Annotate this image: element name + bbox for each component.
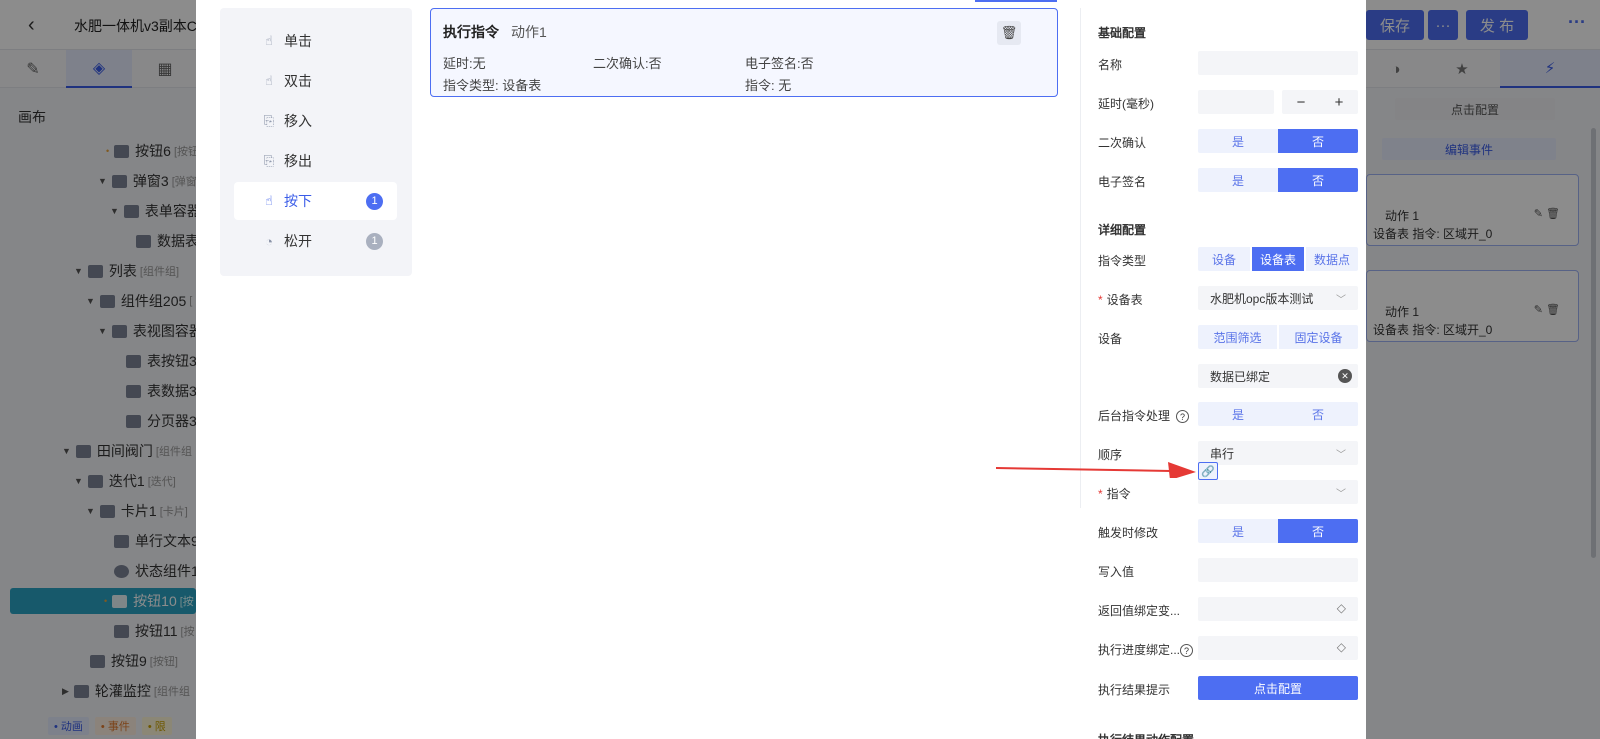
move-in-icon: ⎘ [263, 113, 275, 128]
order-select[interactable]: 串行 ﹀ [1198, 441, 1358, 465]
event-move-out[interactable]: ⎘ 移出 [234, 142, 397, 180]
esign-toggle: 是 否 [1198, 168, 1358, 192]
trigger-modify-yes[interactable]: 是 [1198, 519, 1278, 543]
cmd-type-label: 指令类型 [1098, 254, 1147, 268]
return-bind-label: 返回值绑定变... [1098, 604, 1181, 618]
esign-yes[interactable]: 是 [1198, 168, 1278, 192]
delay-input[interactable] [1198, 90, 1274, 114]
confirm-label: 二次确认 [1098, 136, 1147, 150]
release-icon: ◔ [265, 233, 273, 249]
write-value-input[interactable] [1198, 558, 1358, 582]
event-double-click[interactable]: ☝ 双击 [234, 62, 397, 100]
chevron-down-icon: ﹀ [1336, 450, 1346, 461]
help-icon[interactable]: ? [1176, 410, 1190, 424]
trigger-modify-label: 触发时修改 [1098, 526, 1159, 540]
confirm-no[interactable]: 否 [1278, 129, 1358, 153]
backend-toggle: 是 否 [1198, 402, 1358, 426]
device-table-select[interactable]: 水肥机opc版本测试 ﹀ [1198, 286, 1358, 310]
event-move-in[interactable]: ⎘ 移入 [234, 102, 397, 140]
result-tip-config-button[interactable]: 点击配置 [1198, 676, 1358, 700]
cmd-type-datapoint[interactable]: 数据点 [1306, 247, 1358, 271]
event-click[interactable]: ☝ 单击 [234, 22, 397, 60]
event-release[interactable]: ◔ 松开 1 [234, 222, 397, 260]
cmd-type-device-table[interactable]: 设备表 [1252, 247, 1304, 271]
detail-config-title: 详细配置 [1098, 223, 1147, 237]
chevron-down-icon: ﹀ [1336, 489, 1346, 500]
result-tip-label: 执行结果提示 [1098, 683, 1171, 697]
minus-icon[interactable]: − [1297, 94, 1306, 111]
device-table-label: * 设备表 [1098, 293, 1143, 307]
cmd-select[interactable]: ﹀ [1198, 480, 1358, 504]
esign-label: 电子签名 [1098, 175, 1147, 189]
esign-no[interactable]: 否 [1278, 168, 1358, 192]
action-card[interactable]: 执行指令 动作1 🗑 延时:无 二次确认:否 电子签名:否 指令类型: 设备表 指… [430, 8, 1058, 97]
basic-config-title: 基础配置 [1098, 26, 1147, 40]
device-mode-fixed[interactable]: 固定设备 [1279, 325, 1358, 349]
action-cmd: 指令: 无 [745, 78, 792, 93]
name-input[interactable] [1198, 51, 1358, 75]
event-press[interactable]: ☝ 按下 1 [234, 182, 397, 220]
confirm-yes[interactable]: 是 [1198, 129, 1278, 153]
device-label: 设备 [1098, 332, 1123, 346]
confirm-toggle: 是 否 [1198, 129, 1358, 153]
count-badge: 1 [366, 232, 383, 250]
link-icon[interactable]: 🔗 [1198, 462, 1218, 480]
delay-label: 延时(毫秒) [1098, 97, 1154, 111]
return-bind-input[interactable]: ◇ [1198, 597, 1358, 621]
action-cmd-type: 指令类型: 设备表 [443, 78, 542, 93]
trigger-modify-toggle: 是 否 [1198, 519, 1358, 543]
cmd-type-device[interactable]: 设备 [1198, 247, 1250, 271]
bound-data-field[interactable]: 数据已绑定 ✕ [1198, 364, 1358, 388]
device-mode-range[interactable]: 范围筛选 [1198, 325, 1277, 349]
help-icon[interactable]: ? [1180, 644, 1194, 658]
delay-stepper: − + [1282, 90, 1358, 114]
trigger-modify-no[interactable]: 否 [1278, 519, 1358, 543]
action-confirm: 二次确认:否 [593, 56, 662, 71]
modal-top-accent [975, 0, 1057, 2]
config-panel: 基础配置 名称 延时(毫秒) − + 二次确认 是 否 电子签名 是 否 详细配… [1098, 0, 1368, 739]
divider [1080, 8, 1081, 508]
annotation-arrow [996, 462, 1196, 478]
move-out-icon: ⎘ [263, 153, 275, 168]
progress-bind-label: 执行进度绑定...? [1098, 641, 1194, 658]
press-icon: ☝ [265, 193, 273, 208]
count-badge: 1 [366, 192, 383, 210]
plus-icon[interactable]: + [1335, 94, 1344, 111]
event-type-list: ☝ 单击 ☝ 双击 ⎘ 移入 ⎘ 移出 ☝ 按下 1 ◔ 松开 1 [220, 8, 412, 276]
tag-icon[interactable]: ◇ [1337, 601, 1346, 615]
progress-bind-input[interactable]: ◇ [1198, 636, 1358, 660]
cmd-label: * 指令 [1098, 487, 1131, 501]
action-type: 执行指令 [443, 24, 499, 40]
name-label: 名称 [1098, 58, 1123, 72]
action-esign: 电子签名:否 [745, 56, 814, 71]
backend-label: 后台指令处理? [1098, 407, 1190, 424]
trash-icon[interactable]: 🗑 [997, 21, 1021, 45]
tag-icon[interactable]: ◇ [1337, 640, 1346, 654]
backend-no[interactable]: 否 [1278, 402, 1358, 426]
cmd-type-selector: 设备 设备表 数据点 [1198, 247, 1358, 271]
clear-icon[interactable]: ✕ [1338, 369, 1352, 383]
result-action-config-title: 执行结果动作配置 [1098, 731, 1194, 739]
chevron-down-icon: ﹀ [1336, 295, 1346, 306]
action-name: 动作1 [511, 24, 547, 40]
device-mode-selector: 范围筛选 固定设备 [1198, 325, 1358, 349]
double-tap-icon: ☝ [265, 73, 273, 88]
action-delay: 延时:无 [443, 56, 486, 71]
backend-yes[interactable]: 是 [1198, 402, 1278, 426]
tap-icon: ☝ [265, 33, 273, 48]
write-value-label: 写入值 [1098, 565, 1135, 579]
